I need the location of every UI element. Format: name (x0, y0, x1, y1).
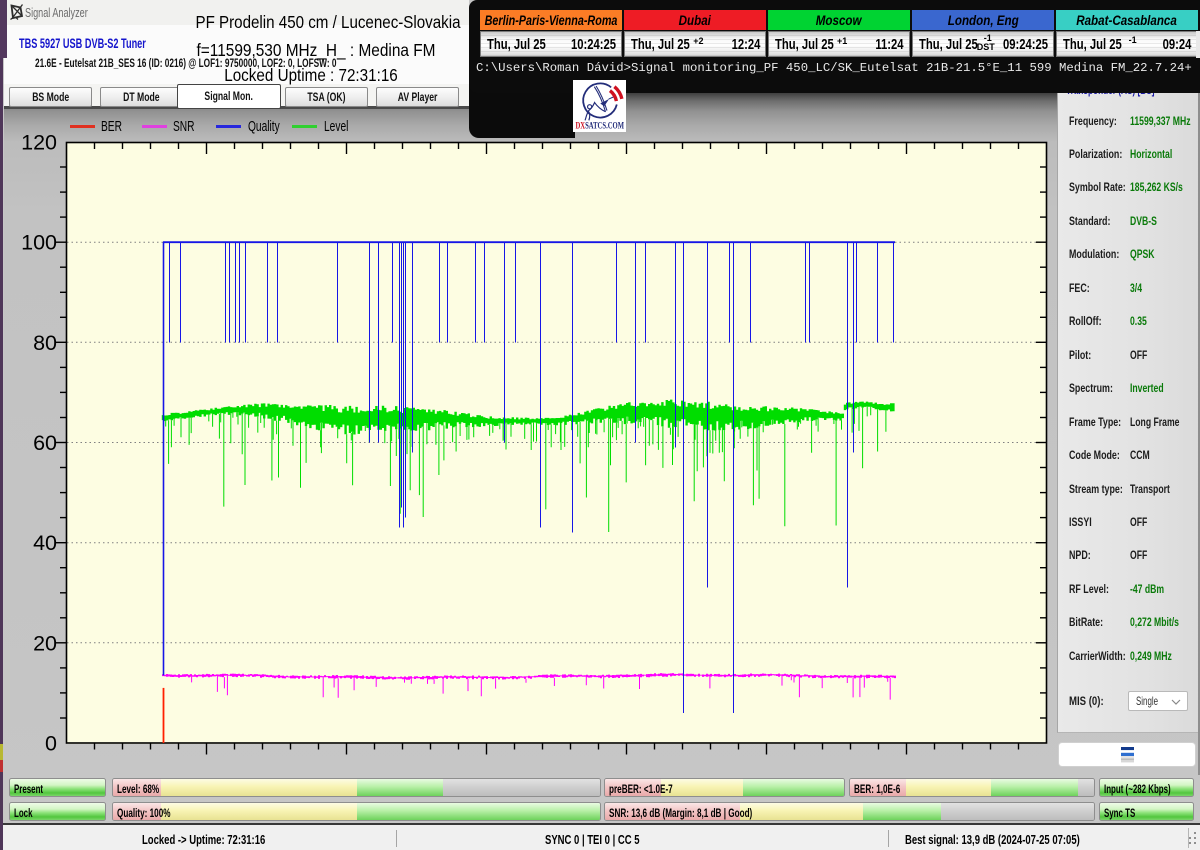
svg-text:DXSATCS.COM: DXSATCS.COM (575, 120, 624, 131)
svg-text:80: 80 (33, 331, 57, 355)
svg-text:40: 40 (33, 531, 57, 555)
svg-text:100: 100 (21, 231, 57, 255)
svg-text:120: 120 (21, 131, 57, 155)
svg-text:20: 20 (33, 631, 57, 655)
svg-text:0: 0 (45, 732, 57, 756)
svg-text:60: 60 (33, 431, 57, 455)
